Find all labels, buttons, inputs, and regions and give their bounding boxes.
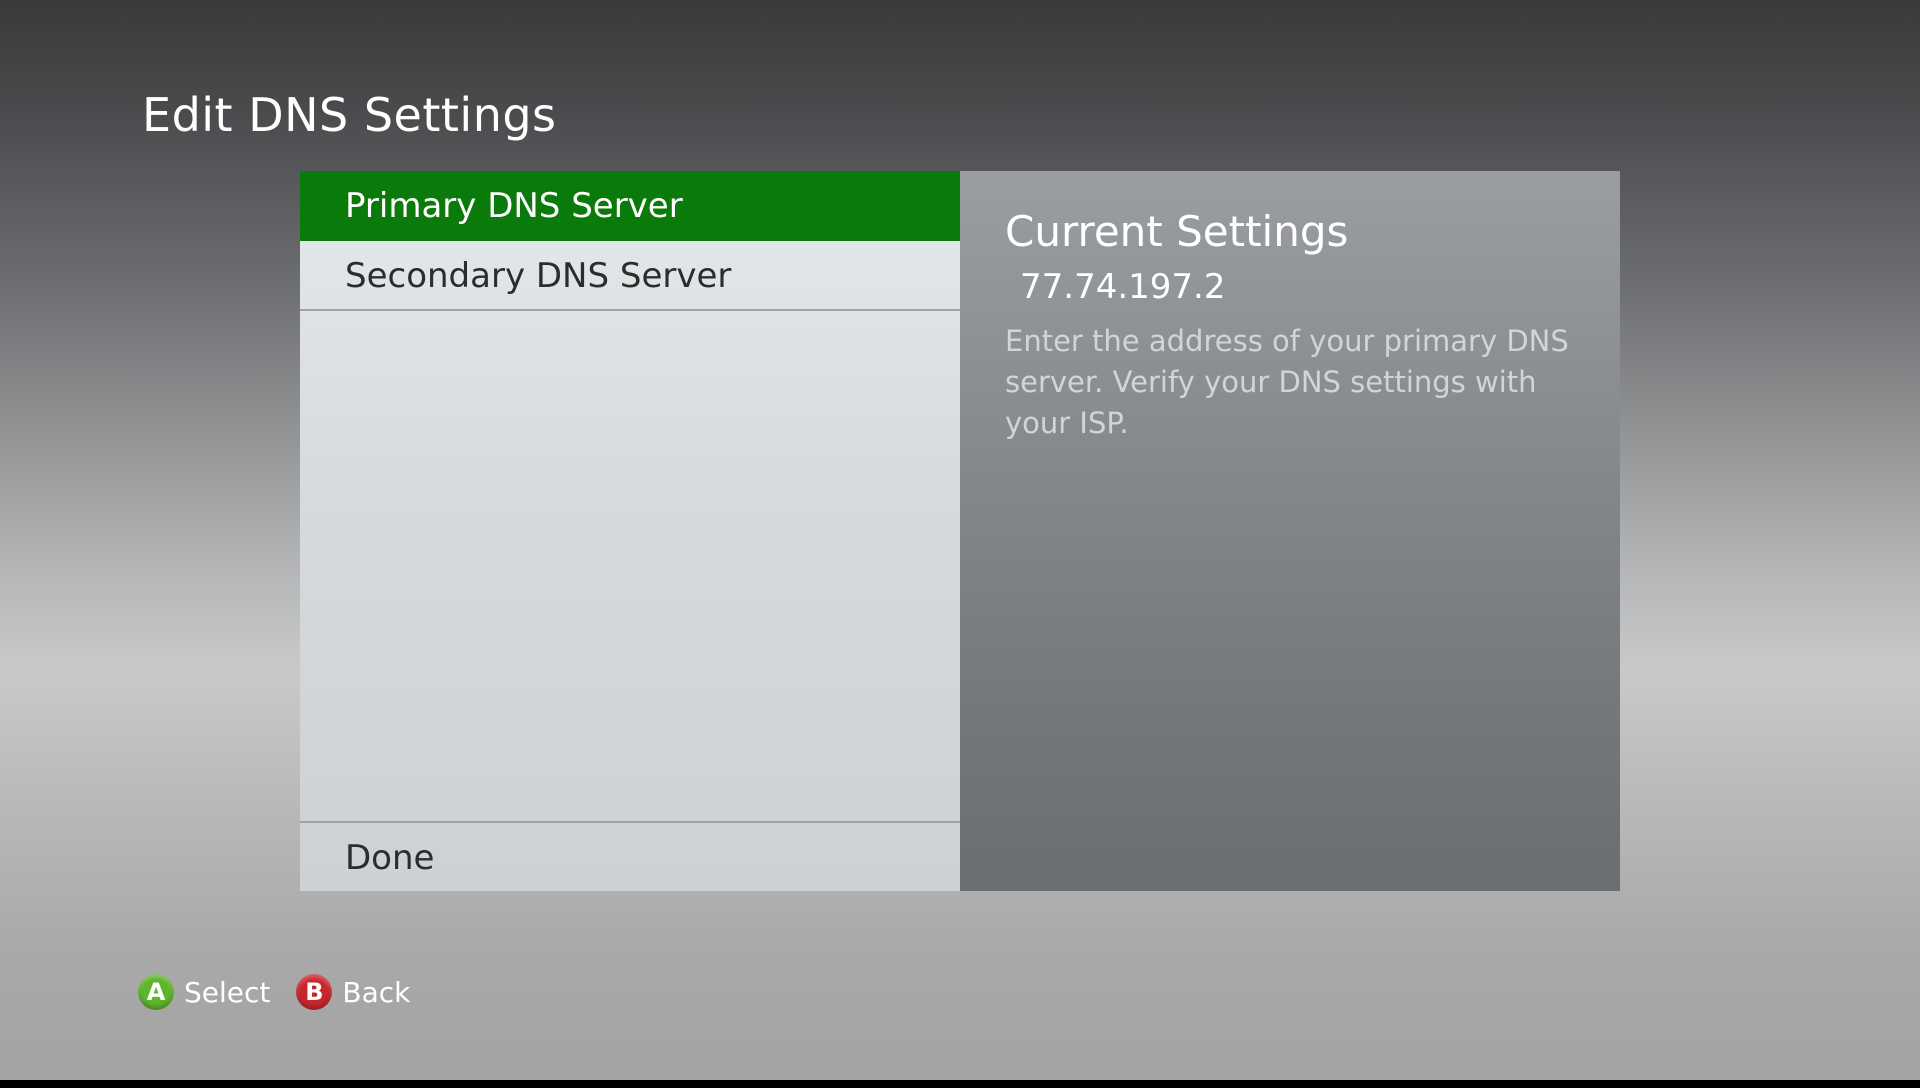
button-hints: A Select B Back	[138, 972, 436, 1012]
help-description: Enter the address of your primary DNS se…	[1005, 324, 1569, 440]
hint-back[interactable]: B Back	[296, 974, 410, 1010]
menu-item-primary-dns-server[interactable]: Primary DNS Server	[300, 171, 960, 241]
hint-select-label: Select	[184, 975, 271, 1009]
a-button-icon: A	[138, 974, 174, 1010]
hint-back-label: Back	[342, 975, 411, 1009]
page-title: Edit DNS Settings	[142, 88, 557, 142]
current-settings-heading: Current Settings	[1005, 207, 1349, 256]
screen: Edit DNS Settings Primary DNS Server Sec…	[0, 0, 1920, 1080]
info-pane: Current Settings 77.74.197.2 Enter the a…	[960, 171, 1620, 891]
b-button-icon: B	[296, 974, 333, 1010]
dns-menu: Primary DNS Server Secondary DNS Server …	[300, 171, 960, 891]
done-button[interactable]: Done	[300, 821, 960, 891]
dns-settings-panel: Primary DNS Server Secondary DNS Server …	[300, 171, 1620, 891]
hint-select[interactable]: A Select	[138, 974, 270, 1010]
menu-item-secondary-dns-server[interactable]: Secondary DNS Server	[300, 241, 960, 311]
current-dns-value: 77.74.197.2	[1020, 267, 1226, 307]
